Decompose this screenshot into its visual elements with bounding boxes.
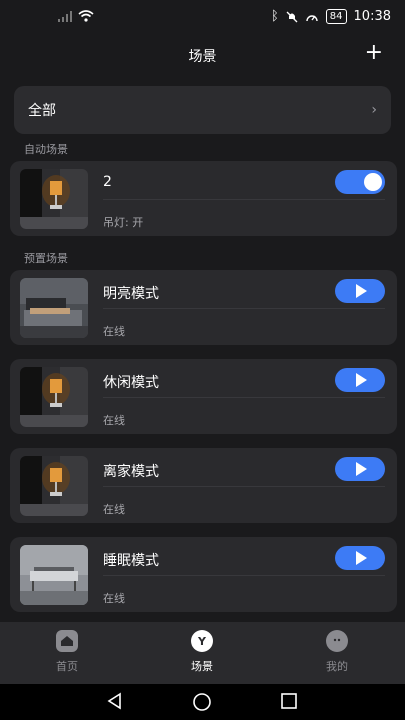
home-circle-icon[interactable]	[192, 692, 212, 712]
status-left-icons	[58, 10, 94, 22]
scene-thumbnail-bedroom	[20, 278, 88, 338]
scene-icon: Y	[191, 630, 213, 652]
scene-filter-selector[interactable]: 全部 ›	[14, 86, 391, 134]
tab-label-scene: 场景	[191, 660, 213, 673]
back-icon[interactable]	[106, 692, 124, 710]
page-title: 场景	[188, 49, 217, 65]
preset-scene-card[interactable]: 明亮模式 在线	[10, 270, 397, 345]
tab-scene[interactable]: Y 场景	[162, 630, 242, 674]
tab-label-home: 首页	[56, 660, 78, 673]
play-icon	[356, 551, 367, 565]
card-divider	[103, 397, 385, 398]
preset-scene-status: 在线	[103, 503, 125, 516]
home-icon	[56, 630, 78, 652]
tab-home[interactable]: 首页	[27, 630, 107, 674]
tab-label-profile: 我的	[326, 660, 348, 673]
scene-thumbnail-lamp	[20, 456, 88, 516]
preset-scene-name: 明亮模式	[103, 286, 159, 302]
scene-thumbnail-sleep	[20, 545, 88, 605]
cellular-signal-icon	[58, 10, 72, 22]
play-icon	[356, 373, 367, 387]
preset-scene-card[interactable]: 离家模式 在线	[10, 448, 397, 523]
play-scene-button[interactable]	[335, 368, 385, 392]
add-scene-button[interactable]: +	[365, 41, 383, 65]
card-divider	[103, 486, 385, 487]
play-scene-button[interactable]	[335, 457, 385, 481]
recent-apps-icon[interactable]	[280, 692, 298, 710]
tab-profile[interactable]: 我的	[297, 630, 377, 674]
card-divider	[103, 308, 385, 309]
section-title-preset: 预置场景	[24, 252, 68, 265]
preset-scene-status: 在线	[103, 592, 125, 605]
card-divider	[103, 575, 385, 576]
preset-scene-name: 睡眠模式	[103, 553, 159, 569]
preset-scene-card[interactable]: 睡眠模式 在线	[10, 537, 397, 612]
filter-label: 全部	[28, 103, 56, 119]
bottom-tab-bar: 首页 Y 场景 我的	[0, 622, 405, 684]
preset-scene-name: 离家模式	[103, 464, 159, 480]
chevron-right-icon: ›	[371, 102, 377, 118]
mute-bell-icon	[286, 11, 298, 22]
scene-thumbnail-lamp	[20, 169, 88, 229]
page-header: 场景 +	[0, 36, 405, 76]
status-right-icons: ᛒ 84 10:38	[271, 9, 391, 24]
scene-thumbnail-lamp	[20, 367, 88, 427]
auto-scene-name: 2	[103, 174, 112, 190]
speedometer-icon	[306, 14, 318, 21]
toggle-knob	[364, 173, 382, 191]
status-time: 10:38	[353, 9, 391, 24]
card-divider	[103, 199, 385, 200]
auto-scene-toggle[interactable]	[335, 170, 385, 194]
profile-icon	[326, 630, 348, 652]
section-title-auto: 自动场景	[24, 143, 68, 156]
preset-scene-card[interactable]: 休闲模式 在线	[10, 359, 397, 434]
auto-scene-detail: 吊灯: 开	[103, 216, 144, 229]
play-icon	[356, 462, 367, 476]
play-icon	[356, 284, 367, 298]
battery-level: 84	[325, 9, 347, 24]
wifi-icon	[78, 10, 94, 22]
auto-scene-card[interactable]: 2 吊灯: 开	[10, 161, 397, 236]
preset-scene-status: 在线	[103, 325, 125, 338]
preset-scene-status: 在线	[103, 414, 125, 427]
status-bar: ᛒ 84 10:38	[0, 0, 405, 36]
play-scene-button[interactable]	[335, 546, 385, 570]
play-scene-button[interactable]	[335, 279, 385, 303]
system-navigation-bar	[0, 684, 405, 720]
preset-scene-name: 休闲模式	[103, 375, 159, 391]
bluetooth-icon: ᛒ	[270, 9, 279, 24]
